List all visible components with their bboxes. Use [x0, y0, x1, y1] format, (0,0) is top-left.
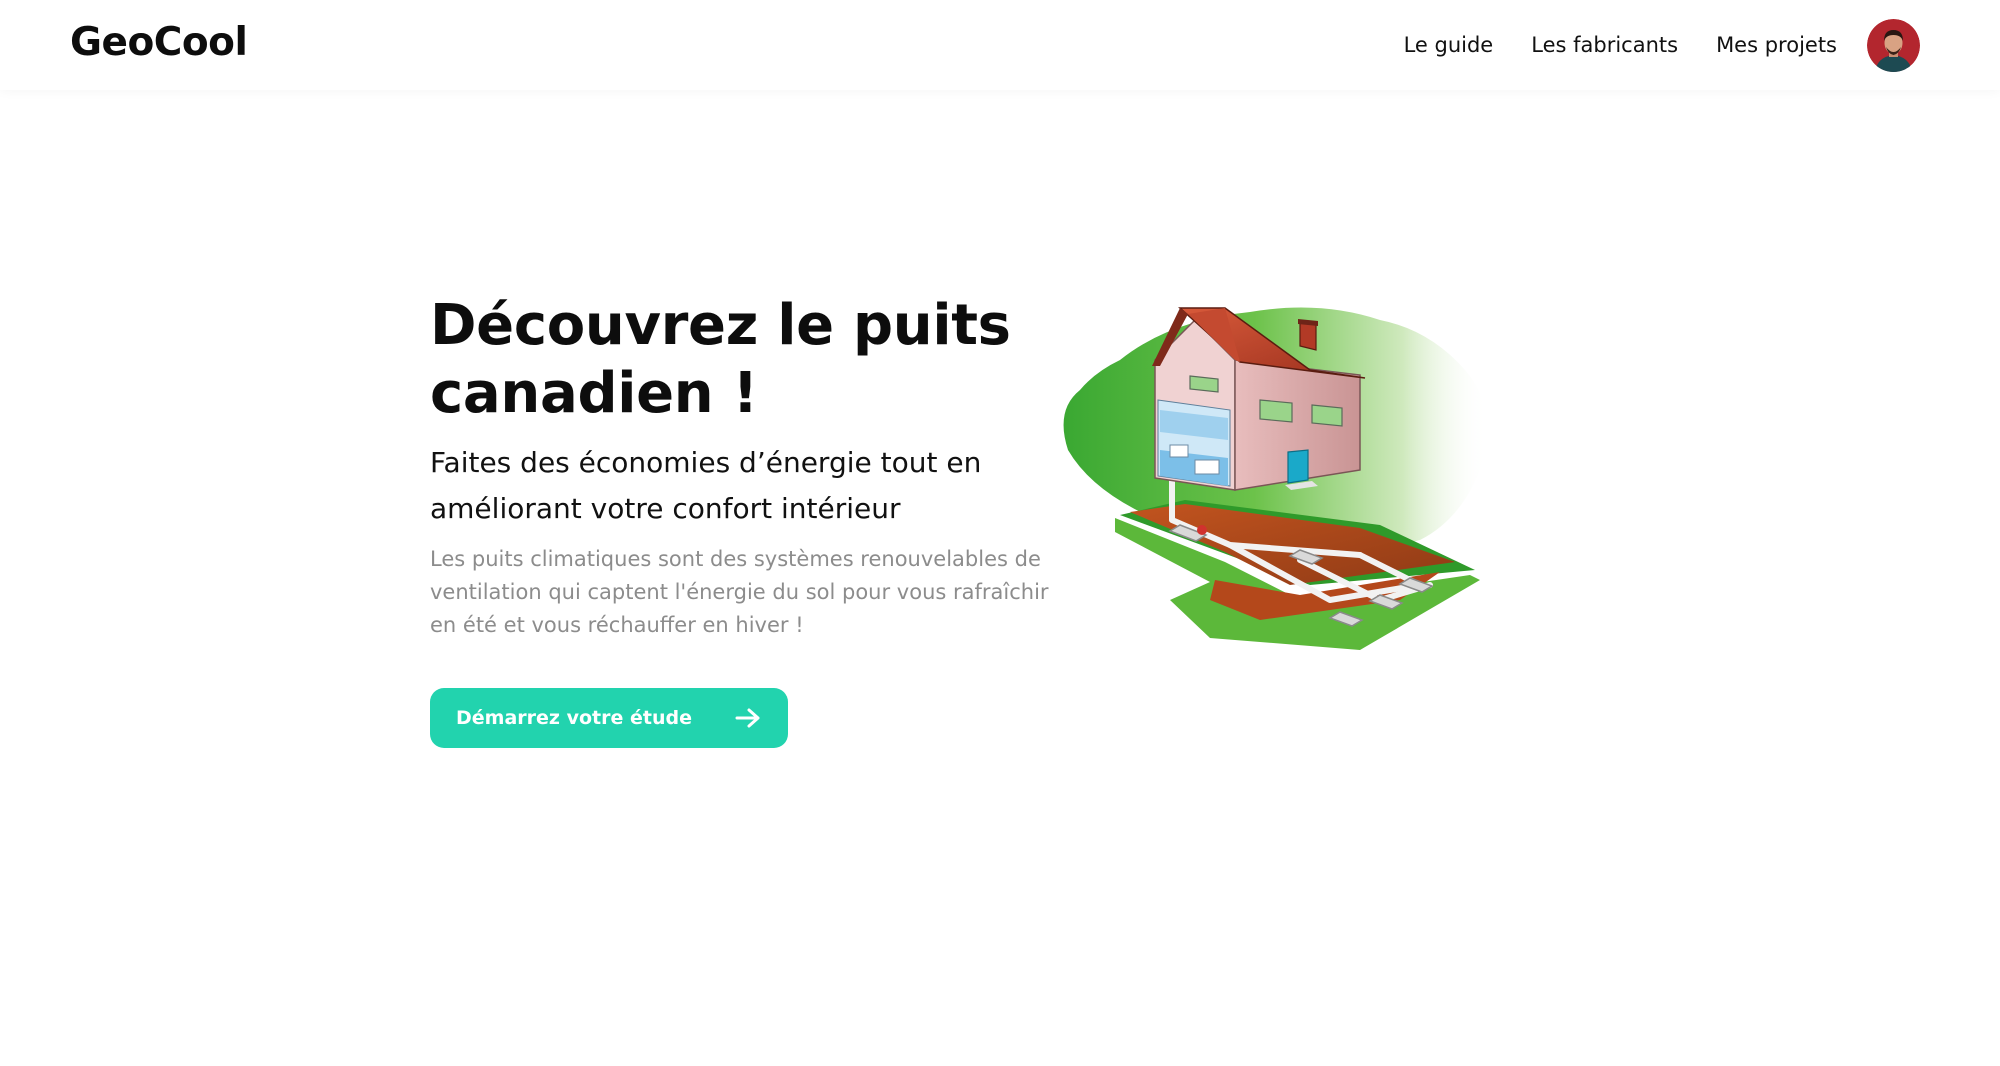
avatar[interactable] [1867, 18, 1920, 72]
nav-link-projets[interactable]: Mes projets [1716, 33, 1837, 57]
house-ground-pipes-illustration-icon [1063, 307, 1488, 650]
user-avatar-icon [1867, 18, 1920, 72]
hero-subtitle: Faites des économies d’énergie tout en a… [430, 446, 982, 525]
hero-title: Découvrez le puits canadien ! [430, 293, 1011, 426]
start-study-button[interactable]: Démarrez votre étude [430, 688, 788, 748]
nav-link-fabricants[interactable]: Les fabricants [1531, 33, 1678, 57]
illustration [1060, 300, 1540, 670]
start-study-label: Démarrez votre étude [456, 707, 692, 729]
main-nav: Le guide Les fabricants Mes projets [1366, 17, 1920, 73]
hero-description: Les puits climatiques sont des systèmes … [430, 547, 1049, 637]
nav-link-guide[interactable]: Le guide [1404, 33, 1494, 57]
site-header: GeoCool Le guide Les fabricants Mes proj… [0, 0, 2000, 90]
page: GeoCool Le guide Les fabricants Mes proj… [0, 0, 2000, 1066]
arrow-right-icon [735, 708, 760, 728]
logo[interactable]: GeoCool [70, 20, 248, 65]
